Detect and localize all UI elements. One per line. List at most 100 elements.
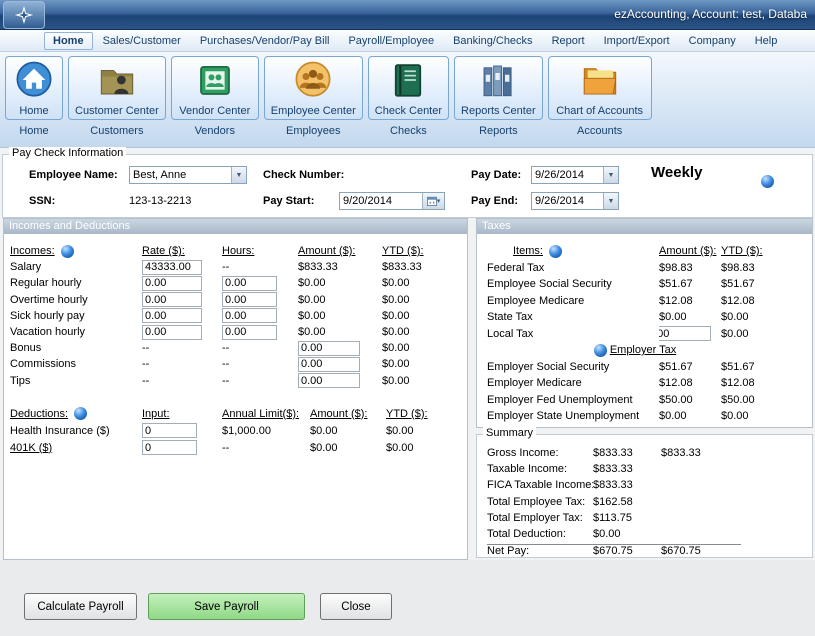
chevron-down-icon[interactable]: ▼ [603, 193, 618, 209]
vendor-center-button[interactable]: Vendor Center [171, 56, 259, 120]
rate-input[interactable] [142, 276, 202, 291]
summary-label: Total Employee Tax: [487, 496, 593, 508]
input-header: Input: [142, 408, 222, 420]
tax-ytd: $0.00 [721, 410, 783, 422]
toolbar-item-home: Home Home [5, 56, 63, 147]
amount-input[interactable] [298, 373, 360, 388]
toolbar-group-label: Customers [90, 125, 143, 137]
rate-input[interactable] [142, 325, 202, 340]
tab-import-export[interactable]: Import/Export [595, 32, 679, 50]
annual-limit-value: -- [222, 442, 310, 454]
rate-value: -- [142, 375, 222, 387]
summary-label: FICA Taxable Income: [487, 479, 593, 491]
customer-center-button[interactable]: Customer Center [68, 56, 166, 120]
toolbar-item-reports-center: Reports Center Reports [454, 56, 543, 147]
local-tax-input[interactable] [659, 326, 711, 341]
amount-header: Amount ($): [298, 245, 382, 257]
taxes-help-icon[interactable] [549, 245, 562, 258]
toolbar: Home Home Customer Center Customers Vend… [0, 52, 815, 148]
tax-ytd: $12.08 [721, 295, 783, 307]
incomes-help-icon[interactable] [61, 245, 74, 258]
pay-start-datepicker[interactable]: 9/20/2014 ▾ [339, 192, 445, 210]
hours-input[interactable] [222, 292, 277, 307]
amount-input[interactable] [298, 341, 360, 356]
tab-help[interactable]: Help [746, 32, 787, 50]
deduction-input[interactable] [142, 423, 197, 438]
tab-payroll-employee[interactable]: Payroll/Employee [339, 32, 443, 50]
check-center-button[interactable]: Check Center [368, 56, 449, 120]
check-number-input[interactable] [355, 167, 445, 182]
income-label: Tips [10, 375, 142, 387]
summary-amount: $833.33 [593, 479, 661, 491]
chevron-down-icon[interactable]: ▼ [603, 167, 618, 183]
annual-limit-value: $1,000.00 [222, 425, 310, 437]
hours-input[interactable] [222, 276, 277, 291]
income-label: Commissions [10, 358, 142, 370]
income-label: Sick hourly pay [10, 310, 142, 322]
amount-value: $0.00 [298, 277, 382, 289]
close-button[interactable]: Close [320, 593, 392, 620]
employee-center-button[interactable]: Employee Center [264, 56, 363, 120]
reports-center-icon [476, 59, 520, 101]
ytd-header: YTD ($): [721, 245, 783, 257]
toolbar-label: Customer Center [75, 105, 159, 117]
rate-input[interactable] [142, 260, 202, 275]
tax-amount: $98.83 [659, 262, 721, 274]
ytd-value: $0.00 [382, 277, 452, 289]
hours-value: -- [222, 358, 298, 370]
tab-sales-customer[interactable]: Sales/Customer [94, 32, 190, 50]
pay-start-label: Pay Start: [263, 195, 314, 207]
pay-end-select[interactable]: 9/26/2014 ▼ [531, 192, 619, 210]
net-pay-label: Net Pay: [487, 544, 593, 557]
hours-input[interactable] [222, 325, 277, 340]
amount-value: $0.00 [310, 425, 386, 437]
summary-amount: $0.00 [593, 528, 661, 540]
employee-name-select[interactable]: Best, Anne ▼ [129, 166, 247, 184]
deductions-table: Deductions: Input: Annual Limit($): Amou… [10, 405, 452, 456]
paycheck-section-title: Pay Check Information [9, 147, 126, 159]
rate-value: -- [142, 358, 222, 370]
deduction-label-401k[interactable]: 401K ($) [10, 442, 142, 454]
rate-input[interactable] [142, 292, 202, 307]
tab-company[interactable]: Company [680, 32, 745, 50]
toolbar-label: Vendor Center [179, 105, 250, 117]
taxes-table: Items: Amount ($): YTD ($): Federal Tax … [487, 243, 783, 425]
pay-date-select[interactable]: 9/26/2014 ▼ [531, 166, 619, 184]
toolbar-item-vendor-center: Vendor Center Vendors [171, 56, 259, 147]
deduction-input[interactable] [142, 440, 197, 455]
calculate-payroll-button[interactable]: Calculate Payroll [24, 593, 137, 620]
deductions-header: Deductions: [10, 407, 142, 420]
vendor-center-icon [193, 59, 237, 101]
calendar-icon[interactable]: ▾ [422, 193, 444, 209]
hours-input[interactable] [222, 308, 277, 323]
amount-input[interactable] [298, 357, 360, 372]
amount-value: $0.00 [298, 326, 382, 338]
reports-center-button[interactable]: Reports Center [454, 56, 543, 120]
save-payroll-button[interactable]: Save Payroll [148, 593, 305, 620]
tab-report[interactable]: Report [543, 32, 594, 50]
deductions-help-icon[interactable] [74, 407, 87, 420]
tax-ytd: $51.67 [721, 278, 783, 290]
employee-name-value: Best, Anne [130, 167, 231, 183]
tab-home[interactable]: Home [44, 32, 93, 50]
paycheck-help-icon[interactable] [761, 175, 774, 188]
taxes-section-header: Taxes [477, 219, 812, 234]
tab-purchases-vendor[interactable]: Purchases/Vendor/Pay Bill [191, 32, 339, 50]
tax-amount: $0.00 [659, 311, 721, 323]
tax-ytd: $0.00 [721, 328, 783, 340]
incomes-deductions-panel: Incomes and Deductions Incomes: Rate ($)… [3, 218, 468, 560]
tab-banking-checks[interactable]: Banking/Checks [444, 32, 542, 50]
tax-ytd: $12.08 [721, 377, 783, 389]
items-header: Items: [487, 245, 659, 258]
chart-of-accounts-button[interactable]: Chart of Accounts [548, 56, 652, 120]
net-pay-ytd: $670.75 [661, 544, 741, 557]
amount-value: $0.00 [298, 310, 382, 322]
home-button[interactable]: Home [5, 56, 63, 120]
tax-amount: $51.67 [659, 361, 721, 373]
rate-input[interactable] [142, 308, 202, 323]
toolbar-label: Employee Center [271, 105, 356, 117]
chevron-down-icon[interactable]: ▼ [231, 167, 246, 183]
employer-tax-help-icon[interactable] [594, 344, 607, 357]
app-menu-button[interactable] [3, 1, 45, 29]
summary-label: Gross Income: [487, 447, 593, 459]
